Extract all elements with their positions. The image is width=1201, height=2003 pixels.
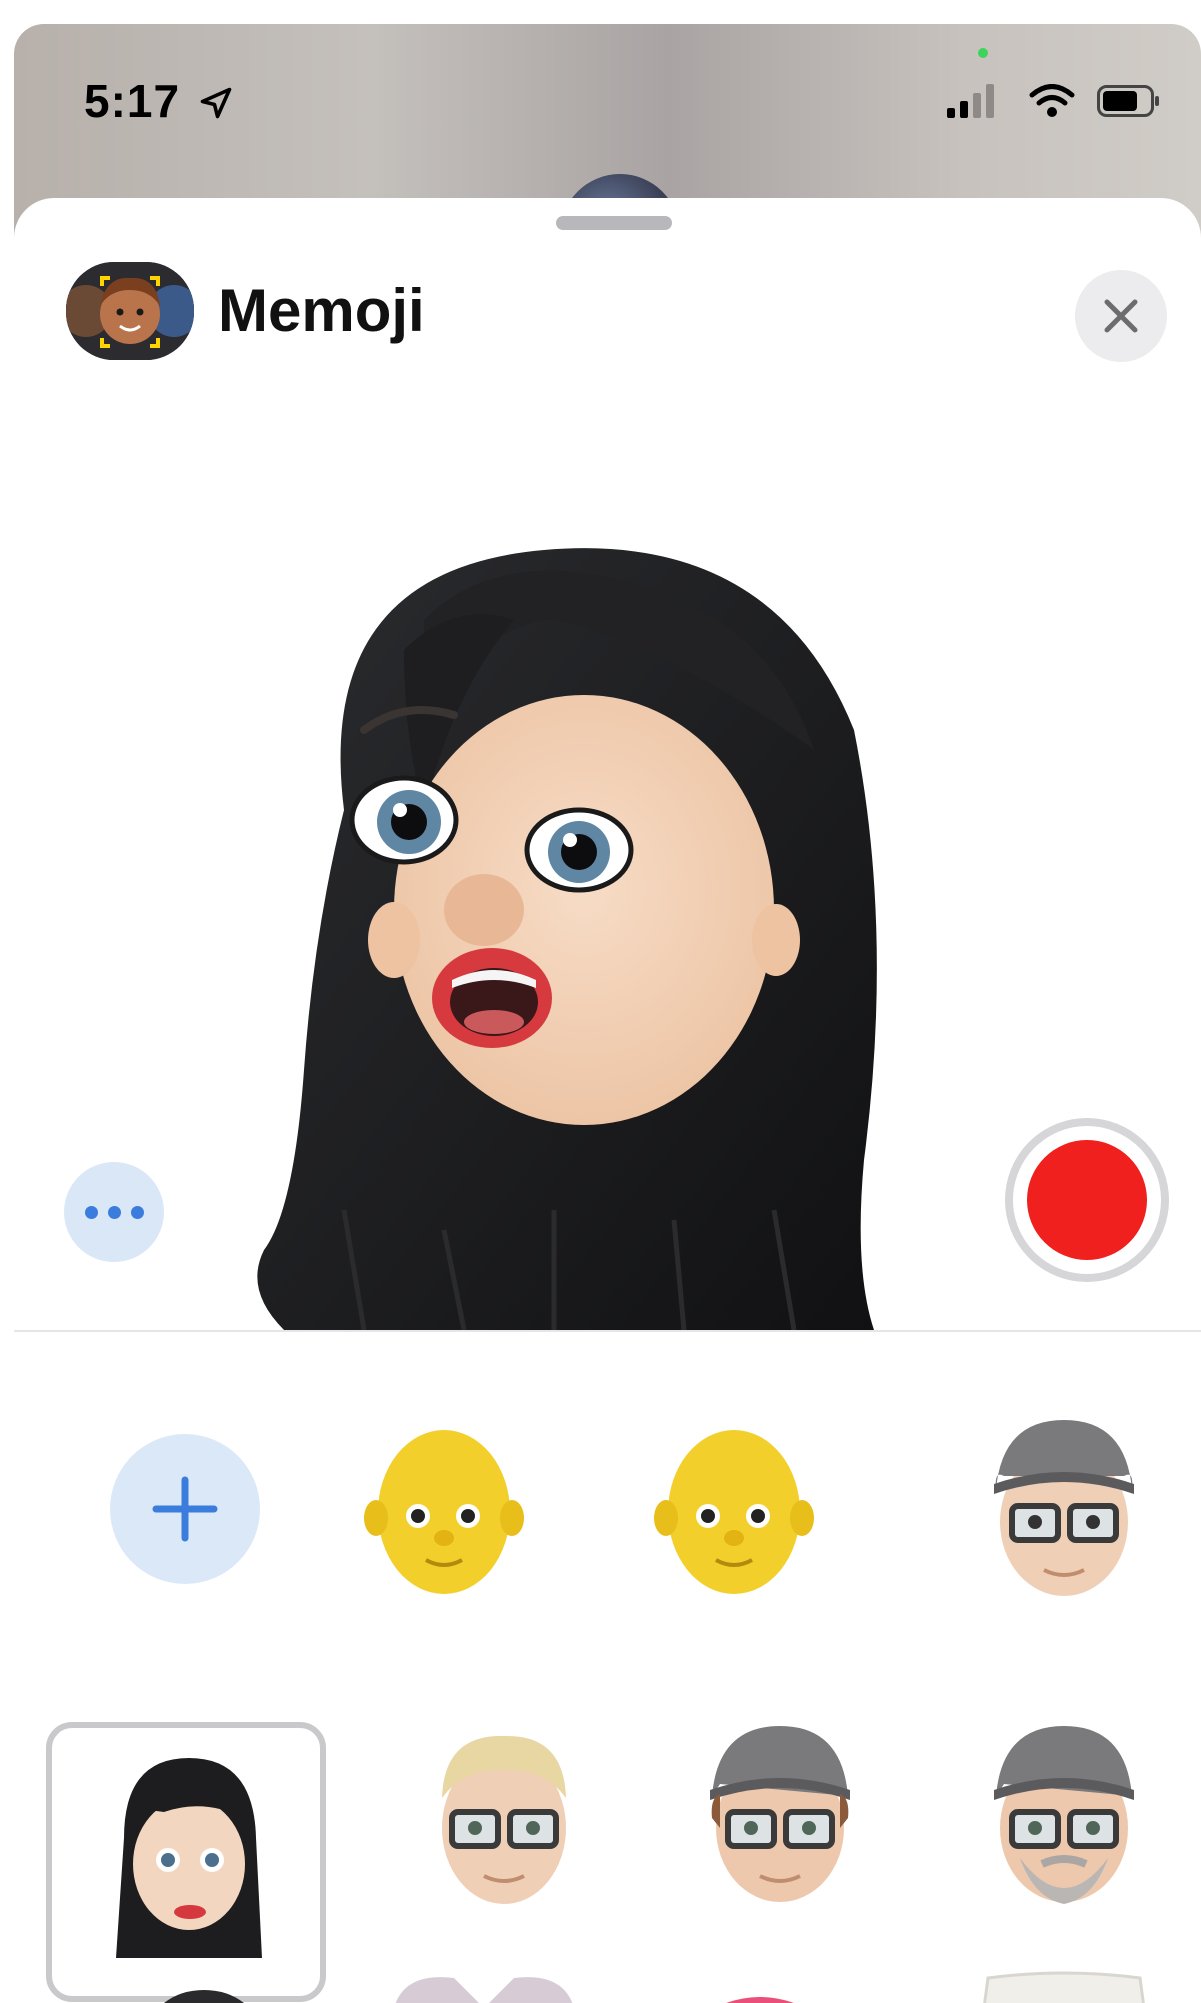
add-memoji-button[interactable]: [110, 1434, 260, 1584]
sticker-cap-glasses-2[interactable]: [690, 1708, 870, 1908]
close-icon: [1104, 299, 1138, 333]
sticker-white-partial[interactable]: [974, 1968, 1154, 2003]
sticker-yellow-bald-2[interactable]: [644, 1420, 824, 1600]
battery-icon: [1097, 85, 1159, 117]
more-icon: [84, 1205, 98, 1219]
memoji-preview: [257, 548, 877, 1330]
sticker-yellow-bald[interactable]: [354, 1420, 534, 1600]
sticker-cap-glasses[interactable]: [974, 1410, 1154, 1600]
signal-icon: [947, 84, 994, 118]
wifi-icon: [1029, 84, 1075, 117]
more-options-button[interactable]: [64, 1162, 164, 1262]
memoji-app-icon: [66, 262, 194, 360]
phone-screen: 5:17 Memoji: [14, 24, 1201, 2003]
sheet-grabber[interactable]: [556, 216, 672, 230]
plus-icon: [152, 1476, 218, 1542]
page-title: Memoji: [218, 277, 425, 344]
sticker-black-hair-woman[interactable]: [104, 1748, 274, 1968]
sticker-bunny-partial[interactable]: [384, 1968, 584, 2003]
privacy-indicator: [978, 48, 988, 58]
record-button[interactable]: [1005, 1118, 1169, 1282]
sticker-blonde-glasses[interactable]: [414, 1718, 594, 1918]
status-icons: [947, 84, 1161, 118]
status-time-text: 5:17: [84, 75, 181, 127]
close-button[interactable]: [1075, 270, 1167, 362]
sticker-dark-hair-partial[interactable]: [134, 1988, 274, 2003]
sticker-cap-glasses-beard[interactable]: [974, 1708, 1154, 1918]
memoji-sheet: Memoji: [14, 198, 1201, 2003]
sticker-pink-partial[interactable]: [690, 1990, 830, 2003]
record-icon: [1027, 1140, 1147, 1260]
location-arrow-icon: [200, 87, 232, 119]
section-divider: [14, 1330, 1201, 1332]
status-time: 5:17: [84, 74, 234, 128]
